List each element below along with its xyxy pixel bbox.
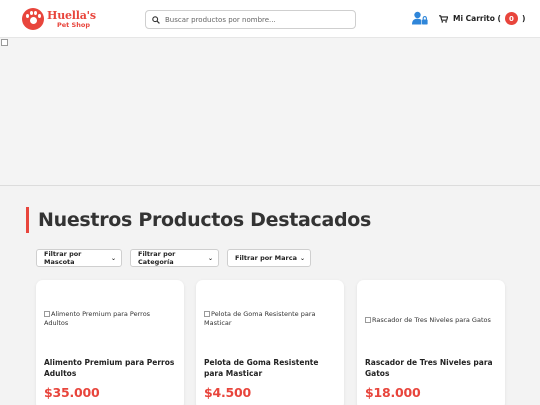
- search-bar: [145, 10, 356, 29]
- product-name[interactable]: Pelota de Goma Resistente para Masticar: [204, 358, 338, 380]
- broken-image-icon: [365, 317, 371, 323]
- broken-image-icon: [204, 311, 210, 317]
- cart-count-badge: 0: [504, 12, 518, 25]
- product-price: $35.000: [44, 385, 100, 400]
- filter-mascota-select[interactable]: Filtrar por Mascota ⌄: [36, 249, 122, 267]
- chevron-down-icon: ⌄: [207, 254, 213, 262]
- search-icon: [152, 15, 160, 24]
- search-input[interactable]: [165, 15, 345, 24]
- cart-button[interactable]: Mi Carrito ( 0 ): [439, 12, 525, 25]
- product-name[interactable]: Alimento Premium para Perros Adultos: [44, 358, 178, 380]
- product-card[interactable]: Pelota de Goma Resistente para Masticar …: [196, 280, 344, 405]
- broken-image-icon: [44, 311, 50, 317]
- filter-label: Filtrar por Marca: [235, 254, 297, 262]
- product-card[interactable]: Alimento Premium para Perros Adultos Ali…: [36, 280, 184, 405]
- product-name[interactable]: Rascador de Tres Niveles para Gatos: [365, 358, 499, 380]
- broken-image-icon: [1, 39, 8, 46]
- filter-label: Filtrar por Mascota: [44, 250, 82, 266]
- cart-icon: [439, 14, 448, 23]
- product-price: $18.000: [365, 385, 421, 400]
- paw-icon: [22, 8, 44, 30]
- hero-banner: [0, 38, 540, 186]
- filter-marca-select[interactable]: Filtrar por Marca ⌄: [227, 249, 311, 267]
- product-image[interactable]: Alimento Premium para Perros Adultos: [44, 310, 174, 329]
- product-price: $4.500: [204, 385, 252, 400]
- site-header: Huella's Pet Shop Mi Carrito ( 0 ): [0, 0, 540, 38]
- product-image[interactable]: Rascador de Tres Niveles para Gatos: [365, 316, 505, 325]
- product-image-alt: Alimento Premium para Perros Adultos: [44, 310, 151, 328]
- filter-label: Filtrar por Categoría: [138, 250, 176, 266]
- cart-close-paren: ): [521, 14, 526, 23]
- product-image-alt: Rascador de Tres Niveles para Gatos: [372, 316, 491, 324]
- filter-categoria-select[interactable]: Filtrar por Categoría ⌄: [130, 249, 219, 267]
- logo-subtitle: Pet Shop: [57, 20, 90, 29]
- user-lock-icon[interactable]: [412, 11, 428, 25]
- chevron-down-icon: ⌄: [110, 254, 116, 262]
- logo[interactable]: Huella's Pet Shop: [22, 8, 96, 30]
- product-image-alt: Pelota de Goma Resistente para Masticar: [204, 310, 316, 328]
- chevron-down-icon: ⌄: [299, 254, 305, 262]
- product-image[interactable]: Pelota de Goma Resistente para Masticar: [204, 310, 336, 329]
- product-card[interactable]: Rascador de Tres Niveles para Gatos Rasc…: [357, 280, 505, 405]
- cart-label: Mi Carrito (: [453, 14, 501, 23]
- logo-title: Huella's: [47, 8, 96, 22]
- section-title: Nuestros Productos Destacados: [26, 207, 371, 233]
